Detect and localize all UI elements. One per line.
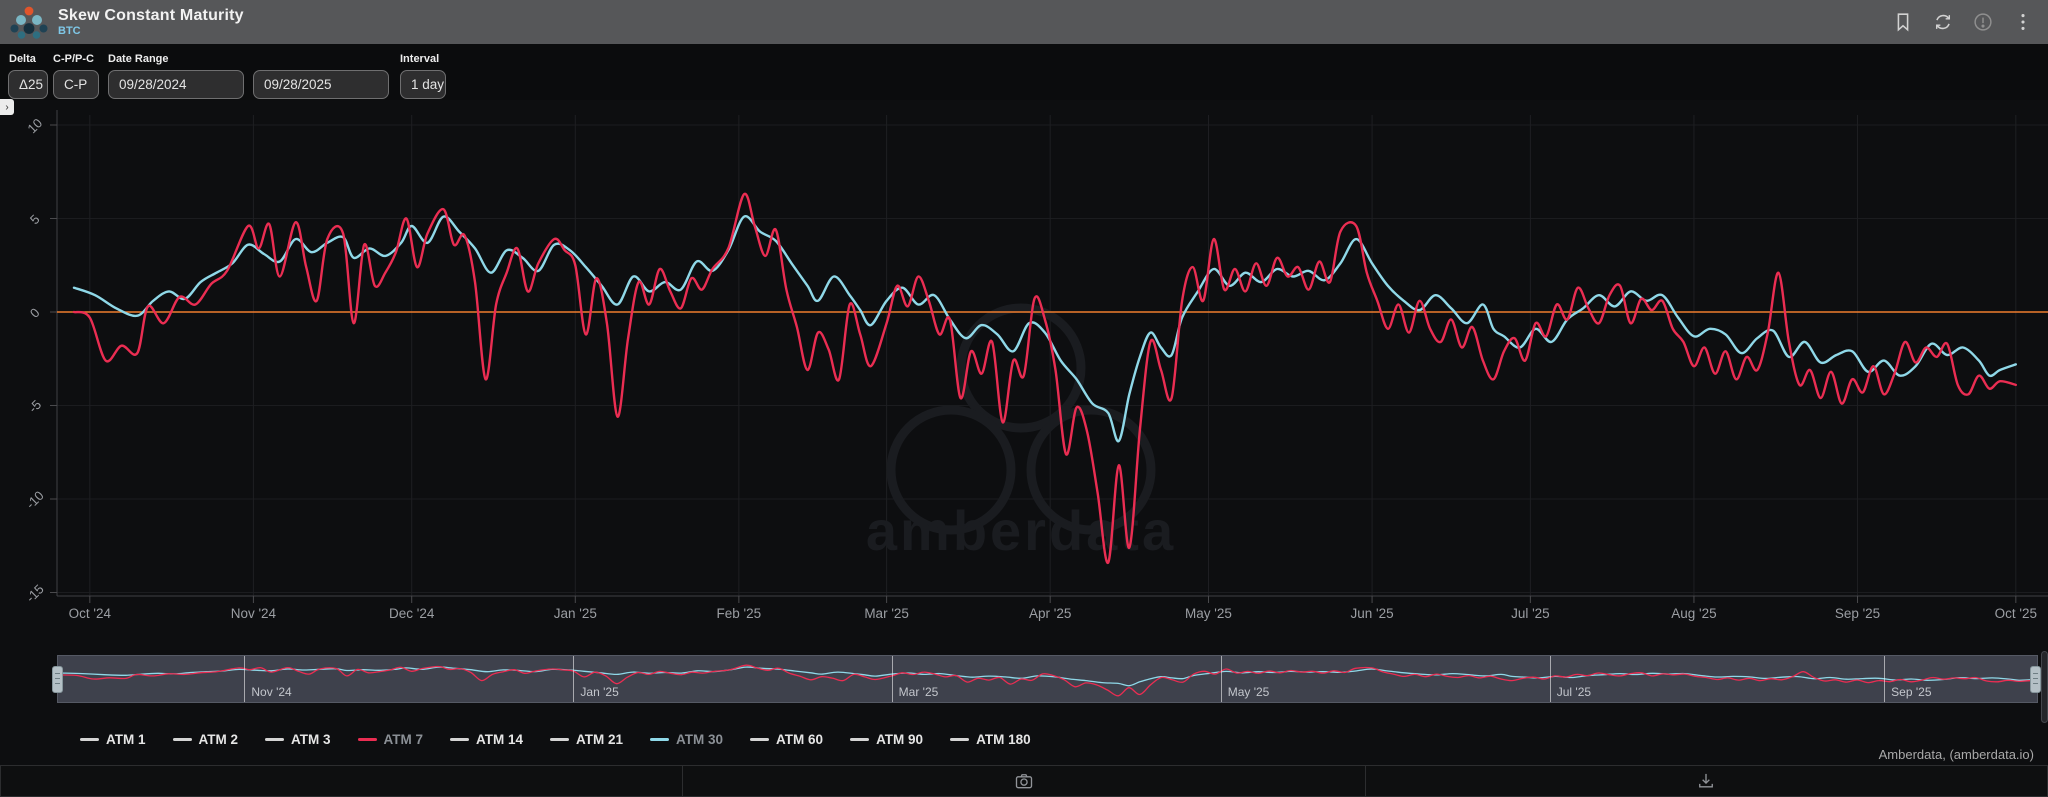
navigator-month-label: Jul '25 (1556, 685, 1592, 699)
watermark-logo (886, 303, 1156, 535)
more-menu-icon[interactable] (2012, 11, 2034, 33)
date-range-label: Date Range (108, 53, 169, 65)
legend-item-atm-90[interactable]: ATM 90 (850, 732, 923, 747)
camera-icon (1015, 774, 1033, 789)
legend-dash-icon (850, 737, 870, 741)
legend-label: ATM 60 (776, 731, 824, 747)
y-tick-label: -15 (23, 581, 47, 605)
legend-label: ATM 3 (291, 731, 331, 747)
legend-item-atm-1[interactable]: ATM 1 (80, 732, 146, 747)
info-icon[interactable] (1972, 11, 1994, 33)
legend-item-atm-30[interactable]: ATM 30 (650, 732, 723, 747)
navigator-gridline (891, 656, 893, 702)
navigator-mini-chart (60, 664, 2047, 697)
legend-dash-icon (357, 737, 377, 741)
legend-label: ATM 7 (383, 731, 424, 747)
legend-label: ATM 1 (106, 731, 146, 747)
legend-dash-icon (950, 737, 970, 741)
legend-dash-icon (450, 737, 469, 741)
legend-item-atm-180[interactable]: ATM 180 (950, 732, 1031, 747)
x-tick-label: Mar '25 (864, 606, 909, 621)
main-chart-area[interactable]: 10 5 0 -5 -10 -15 Oct '24 Nov '24 Dec '24 Jan '25… (0, 100, 2048, 645)
legend-dash-icon (265, 737, 284, 741)
x-tick-label: Oct '24 (69, 606, 112, 621)
navigator-gridline (1884, 656, 1886, 702)
y-tick-label: -5 (25, 397, 44, 416)
navigator-right-handle[interactable] (2030, 666, 2041, 693)
download-icon (1699, 773, 1714, 788)
navigator-month-label: Nov '24 (251, 685, 292, 699)
navigator-gridline (244, 656, 246, 702)
series-legend: ATM 1 ATM 2 ATM 3 ATM 7 ATM 14 ATM 21 ATM 30 AT… (80, 724, 1031, 754)
legend-item-atm-3[interactable]: ATM 3 (265, 732, 331, 747)
x-tick-label: May '25 (1185, 606, 1232, 621)
toolbar-section-left[interactable] (0, 765, 684, 797)
y-tick-label: 5 (27, 211, 43, 227)
legend-dash-icon (80, 737, 99, 741)
x-tick-label: Nov '24 (231, 606, 277, 621)
bookmark-icon[interactable] (1892, 11, 1914, 33)
legend-label: ATM 180 (976, 731, 1031, 747)
delta-label: Delta (9, 53, 36, 65)
legend-label: ATM 14 (476, 731, 524, 747)
series-line-atm-30[interactable] (72, 215, 2017, 443)
legend-dash-icon (550, 737, 570, 741)
bottom-toolbar (0, 765, 2048, 797)
sidebar-expand-chevron-icon[interactable]: › (0, 99, 14, 115)
x-tick-label: Jan '25 (554, 606, 597, 621)
navigator-gridline (1220, 656, 1222, 702)
legend-label: ATM 21 (576, 731, 624, 747)
legend-item-atm-7[interactable]: ATM 7 (357, 731, 424, 747)
legend-item-atm-14[interactable]: ATM 14 (450, 732, 523, 747)
screenshot-button[interactable] (683, 765, 1366, 797)
date-start-input[interactable]: 09/28/2024 (108, 70, 244, 99)
y-tick-label: -10 (23, 488, 47, 512)
filter-controls-bar: Delta C-P/P-C Date Range Interval Δ25 C-… (0, 44, 2048, 100)
legend-item-atm-2[interactable]: ATM 2 (172, 731, 239, 747)
navigator-vertical-scrollbar[interactable] (2041, 651, 2048, 723)
skew-line-chart[interactable]: 10 5 0 -5 -10 -15 Oct '24 Nov '24 Dec '24 Jan '25… (0, 100, 2048, 645)
x-tick-label: Apr '25 (1029, 606, 1071, 621)
navigator-month-label: Mar '25 (898, 685, 939, 699)
delta-select[interactable]: Δ25 (8, 70, 48, 99)
asset-label: BTC (58, 25, 81, 38)
navigator-month-label: Jan '25 (580, 685, 619, 699)
legend-dash-icon (172, 737, 192, 741)
x-tick-label: Sep '25 (1835, 606, 1880, 621)
cp-pc-select[interactable]: C-P (53, 70, 99, 99)
download-button[interactable] (1365, 765, 2048, 797)
legend-label: ATM 30 (676, 731, 724, 747)
interval-label: Interval (400, 53, 440, 65)
navigator-gridline (1549, 656, 1551, 702)
cp-pc-label: C-P/P-C (53, 53, 94, 65)
x-tick-label: Jul '25 (1511, 606, 1550, 621)
page-title: Skew Constant Maturity (58, 6, 244, 24)
watermark-text: amberdata (866, 499, 1176, 562)
x-tick-label: Feb '25 (717, 606, 762, 621)
navigator-series-atm-7 (60, 664, 2047, 697)
date-end-input[interactable]: 09/28/2025 (253, 70, 389, 99)
navigator-month-label: Sep '25 (1891, 685, 1932, 699)
range-navigator[interactable]: Nov '24 Jan '25 Mar '25 May '25 Jul '25 Sep '… (52, 655, 2047, 703)
x-tick-label: Dec '24 (389, 606, 435, 621)
app-header: Skew Constant Maturity BTC (0, 0, 2048, 44)
legend-item-atm-21[interactable]: ATM 21 (550, 732, 623, 747)
y-tick-label: 10 (24, 115, 45, 136)
x-tick-label: Aug '25 (1671, 606, 1716, 621)
attribution-text: Amberdata, (amberdata.io) (1878, 747, 2034, 762)
legend-label: ATM 90 (876, 731, 924, 747)
x-tick-label: Oct '25 (1995, 606, 2037, 621)
y-tick-label: 0 (27, 305, 43, 321)
legend-label: ATM 2 (198, 731, 239, 747)
amberdata-logo-icon (10, 6, 48, 39)
navigator-left-handle[interactable] (52, 666, 63, 693)
legend-dash-icon (650, 737, 670, 741)
x-tick-label: Jun '25 (1351, 606, 1394, 621)
navigator-gridline (573, 656, 575, 702)
navigator-month-label: May '25 (1227, 685, 1270, 699)
legend-item-atm-60[interactable]: ATM 60 (750, 732, 823, 747)
legend-dash-icon (750, 737, 770, 741)
refresh-icon[interactable] (1932, 11, 1954, 33)
interval-select[interactable]: 1 day (400, 70, 446, 99)
